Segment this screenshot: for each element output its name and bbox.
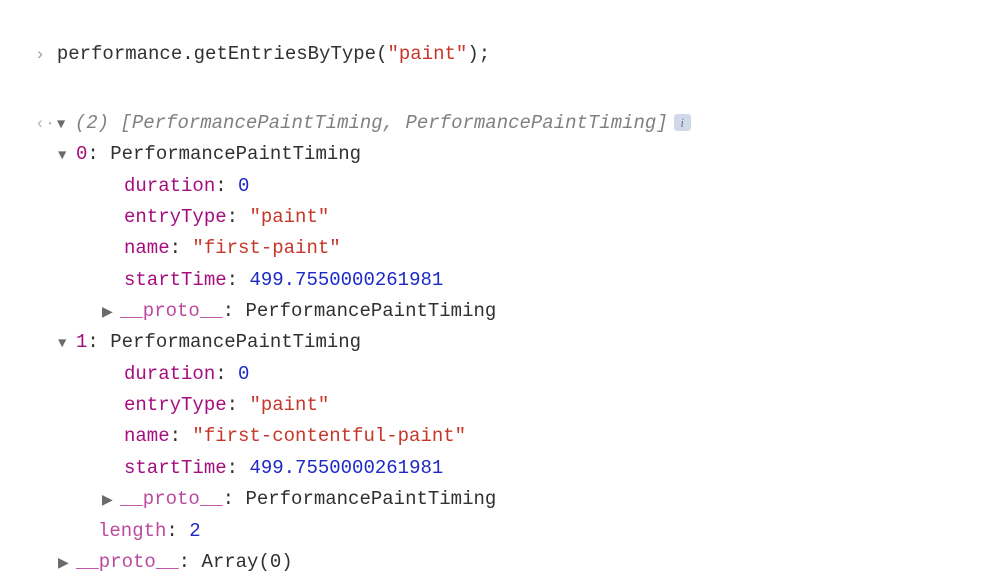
console-input-line[interactable]: ›performance.getEntriesByType("paint"); (0, 8, 998, 71)
output-chevron-icon: ‹· (35, 111, 57, 139)
expand-toggle-icon[interactable]: ▼ (58, 145, 76, 168)
separator: : (170, 425, 193, 447)
class-name: PerformancePaintTiming (110, 331, 361, 353)
property-value: 499.7550000261981 (249, 269, 443, 291)
input-chevron-icon: › (35, 42, 57, 70)
array-item-1[interactable]: ▼1: PerformancePaintTiming (0, 327, 998, 358)
length-row[interactable]: length: 2 (0, 516, 998, 547)
property-key: length (98, 520, 166, 542)
property-row[interactable]: duration: 0 (0, 171, 998, 202)
expand-toggle-icon[interactable]: ▶ (102, 490, 120, 513)
console-output-summary[interactable]: ‹·▼(2) [PerformancePaintTiming, Performa… (0, 77, 998, 140)
property-key: entryType (124, 206, 227, 228)
property-value: 2 (189, 520, 200, 542)
property-row[interactable]: entryType: "paint" (0, 202, 998, 233)
array-preview: [PerformancePaintTiming, PerformancePain… (109, 112, 668, 134)
property-value: "paint" (249, 394, 329, 416)
property-key: startTime (124, 269, 227, 291)
property-value: "first-paint" (192, 237, 340, 259)
separator: : (87, 331, 110, 353)
separator: : (223, 300, 246, 322)
property-key: name (124, 237, 170, 259)
expand-toggle-icon[interactable]: ▼ (58, 333, 76, 356)
separator: : (170, 237, 193, 259)
property-key: startTime (124, 457, 227, 479)
separator: : (87, 143, 110, 165)
property-value: 0 (238, 175, 249, 197)
property-row[interactable]: name: "first-contentful-paint" (0, 421, 998, 452)
code-token: .getEntriesByType (182, 43, 376, 65)
property-row[interactable]: duration: 0 (0, 359, 998, 390)
proto-row[interactable]: ▶__proto__: PerformancePaintTiming (0, 296, 998, 327)
separator: : (166, 520, 189, 542)
code-token: performance (57, 43, 182, 65)
separator: : (223, 488, 246, 510)
proto-row[interactable]: ▶__proto__: Array(0) (0, 547, 998, 578)
separator: : (215, 363, 238, 385)
property-key: __proto__ (120, 488, 223, 510)
array-item-0[interactable]: ▼0: PerformancePaintTiming (0, 139, 998, 170)
property-key: duration (124, 175, 215, 197)
code-string: " (387, 43, 398, 65)
property-row[interactable]: startTime: 499.7550000261981 (0, 265, 998, 296)
property-row[interactable]: startTime: 499.7550000261981 (0, 453, 998, 484)
property-value: PerformancePaintTiming (245, 488, 496, 510)
property-key: name (124, 425, 170, 447)
separator: : (227, 394, 250, 416)
property-row[interactable]: entryType: "paint" (0, 390, 998, 421)
expand-toggle-icon[interactable]: ▶ (58, 553, 76, 576)
separator: : (227, 206, 250, 228)
property-key: __proto__ (120, 300, 223, 322)
code-token: ( (376, 43, 387, 65)
property-key: duration (124, 363, 215, 385)
info-badge-icon[interactable]: i (674, 114, 691, 131)
property-value: Array(0) (201, 551, 292, 573)
separator: : (227, 269, 250, 291)
code-token: ; (479, 43, 490, 65)
separator: : (227, 457, 250, 479)
property-value: 499.7550000261981 (249, 457, 443, 479)
separator: : (215, 175, 238, 197)
property-key: __proto__ (76, 551, 179, 573)
code-string: " (456, 43, 467, 65)
property-value: "first-contentful-paint" (192, 425, 466, 447)
property-row[interactable]: name: "first-paint" (0, 233, 998, 264)
property-key: entryType (124, 394, 227, 416)
index-label: 1 (76, 331, 87, 353)
index-label: 0 (76, 143, 87, 165)
expand-toggle-icon[interactable]: ▼ (57, 114, 75, 137)
property-value: "paint" (249, 206, 329, 228)
proto-row[interactable]: ▶__proto__: PerformancePaintTiming (0, 484, 998, 515)
code-token: ) (467, 43, 478, 65)
property-value: PerformancePaintTiming (245, 300, 496, 322)
class-name: PerformancePaintTiming (110, 143, 361, 165)
property-value: 0 (238, 363, 249, 385)
array-count: (2) (75, 112, 109, 134)
separator: : (179, 551, 202, 573)
code-string: paint (399, 43, 456, 65)
expand-toggle-icon[interactable]: ▶ (102, 302, 120, 325)
